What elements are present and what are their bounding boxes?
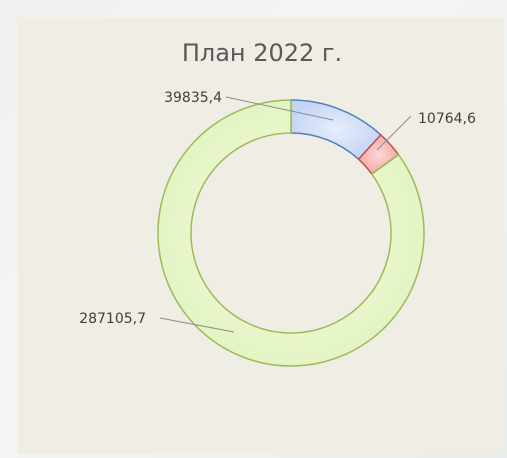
data-label-1: 10764,6 [418, 111, 476, 127]
leader-line-1 [376, 115, 412, 151]
data-label-2: 287105,7 [79, 311, 146, 327]
chart-title: План 2022 г. [182, 39, 342, 67]
data-label-0: 39835,4 [164, 90, 222, 106]
doughnut-chart: План 2022 г. 39835,4 10764,6 287105,7 [79, 39, 476, 367]
